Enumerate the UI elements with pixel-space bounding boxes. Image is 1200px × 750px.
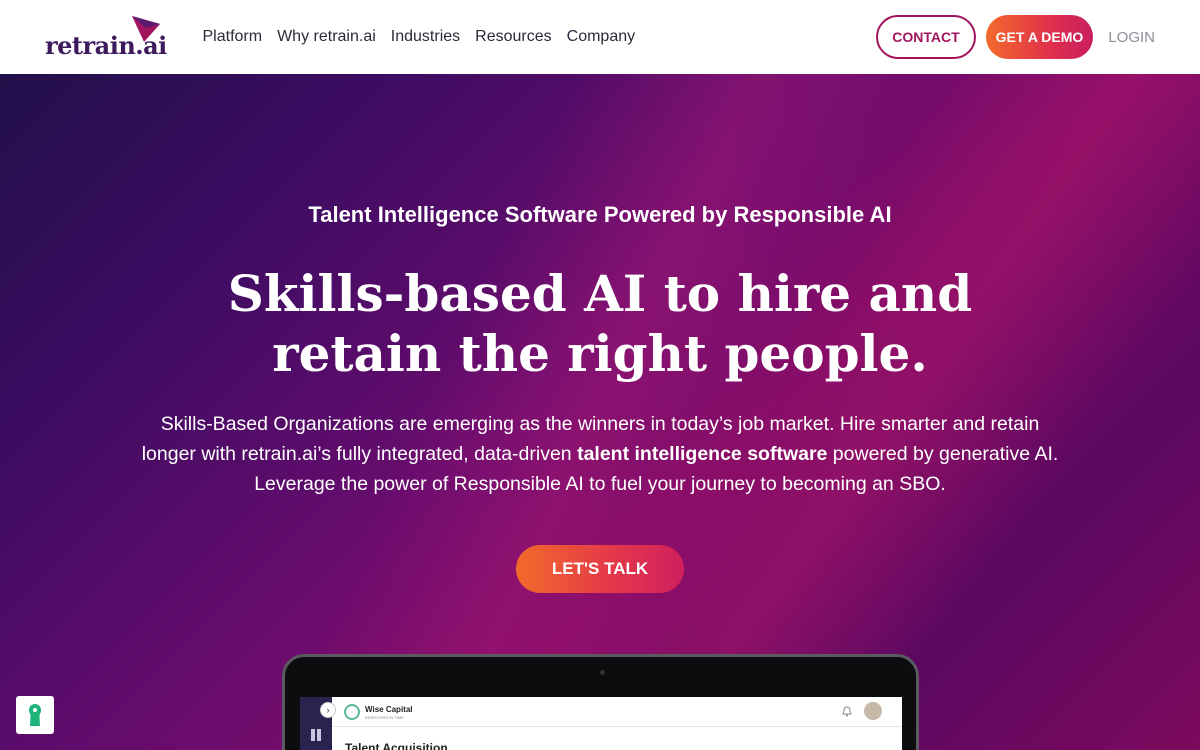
header-actions: CONTACT GET A DEMO LOGIN [876,15,1155,59]
mockup-topbar: Wise Capital INVESTORS IN TIME [332,697,902,727]
logo-mark-icon [132,16,160,42]
lets-talk-button[interactable]: LET'S TALK [516,545,684,593]
company-name: Wise Capital [365,705,413,714]
nav-item-company[interactable]: Company [559,28,642,46]
nav-item-resources[interactable]: Resources [468,28,559,46]
laptop-mockup: › Wise Capital INVESTORS IN TIME Talent … [282,654,919,750]
hero-section: Talent Intelligence Software Powered by … [0,74,1200,750]
login-link[interactable]: LOGIN [1103,29,1155,46]
bell-icon [842,706,852,717]
nav-item-industries[interactable]: Industries [383,28,467,46]
grid-icon [311,729,321,741]
hero-headline: Skills-based AI to hire and retain the r… [227,264,973,383]
accessibility-button[interactable] [16,696,54,734]
get-demo-button[interactable]: GET A DEMO [985,15,1094,59]
company-logo-icon [344,704,360,720]
brand-logo[interactable]: retrain.ai [45,12,170,62]
company-tagline: INVESTORS IN TIME [365,715,404,720]
camera-dot [600,670,605,675]
avatar [864,702,882,720]
mockup-sidebar: › [300,697,336,750]
main-nav: Platform Why retrain.ai Industries Resou… [195,28,643,46]
accessibility-icon [29,704,41,726]
contact-button[interactable]: CONTACT [876,15,976,59]
mockup-section-heading: Talent Acquisition [345,741,448,750]
laptop-screen: › Wise Capital INVESTORS IN TIME Talent … [300,697,902,750]
nav-item-platform[interactable]: Platform [195,28,270,46]
nav-item-why[interactable]: Why retrain.ai [270,28,384,46]
description-bold-text: talent intelligence software [577,443,828,465]
hero-tagline: Talent Intelligence Software Powered by … [308,202,892,227]
hero-description: Skills-Based Organizations are emerging … [140,409,1060,499]
site-header: retrain.ai Platform Why retrain.ai Indus… [0,0,1200,74]
